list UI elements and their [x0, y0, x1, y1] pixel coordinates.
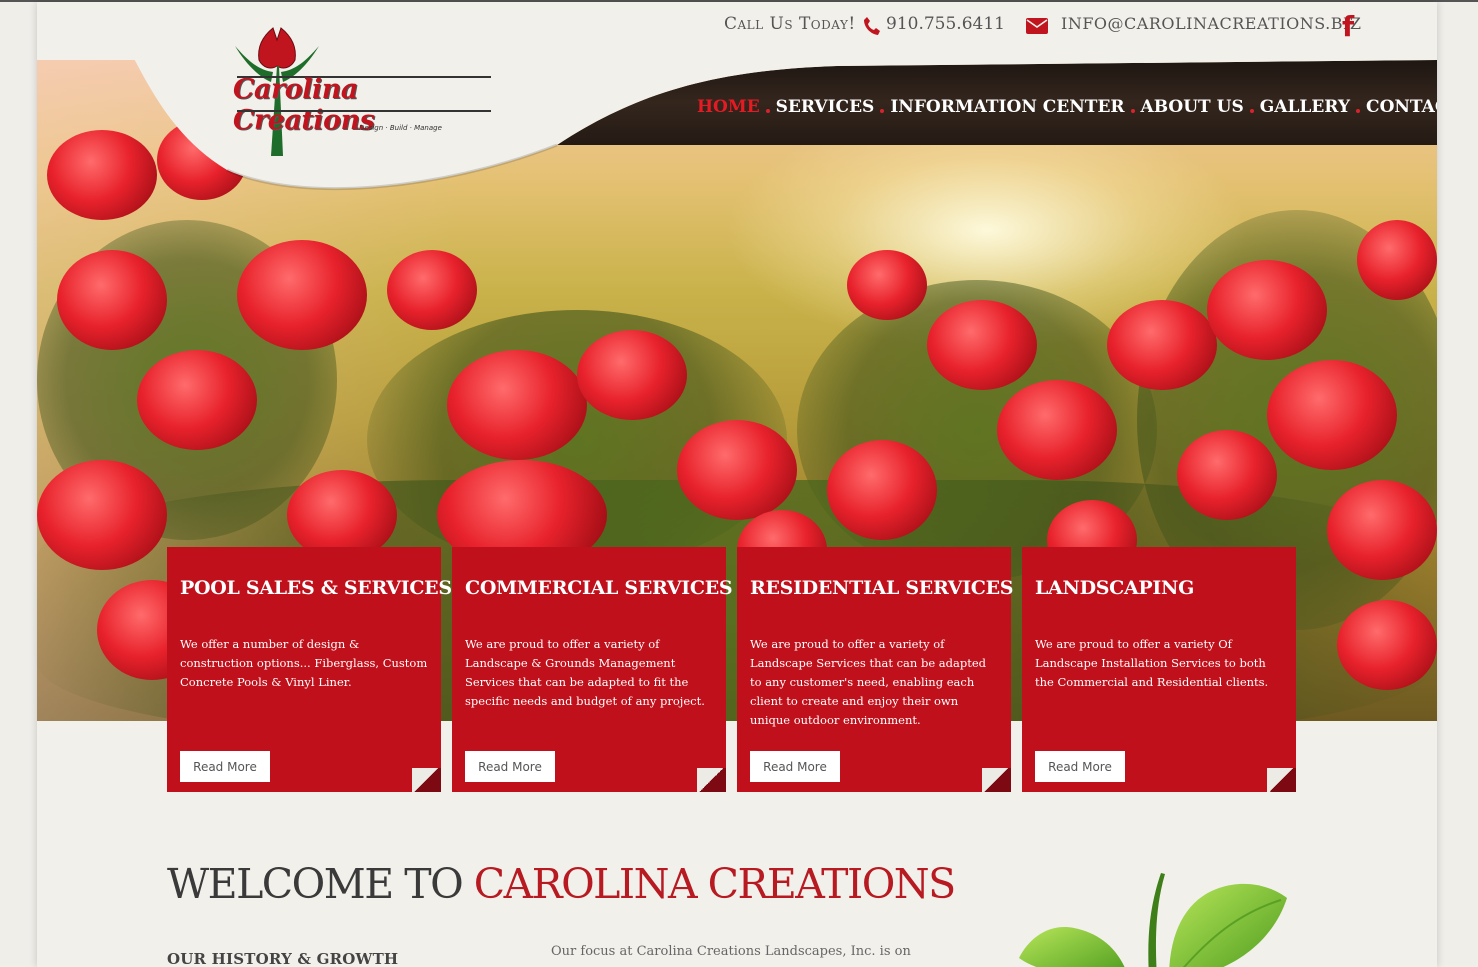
- nav-home[interactable]: HOME: [697, 97, 760, 117]
- logo-tagline: Design · Build · Manage: [359, 124, 442, 132]
- service-card-landscaping: LANDSCAPING We are proud to offer a vari…: [1022, 547, 1296, 792]
- page-fold: [412, 768, 441, 792]
- nav-gallery[interactable]: GALLERY: [1260, 97, 1350, 117]
- leaf-decoration-icon: [1019, 873, 1287, 967]
- card-title: POOL SALES & SERVICES: [180, 577, 452, 599]
- call-label: Call Us Today!: [724, 14, 856, 34]
- mail-icon: [1026, 18, 1048, 34]
- welcome-heading-part1: WELCOME TO: [167, 860, 474, 908]
- phone-icon: [864, 17, 880, 35]
- site-logo[interactable]: Carolina Creations Design · Build · Mana…: [233, 26, 495, 162]
- page-fold: [982, 768, 1011, 792]
- page-fold: [697, 768, 726, 792]
- card-text: We offer a number of design & constructi…: [180, 637, 428, 689]
- nav-information-center[interactable]: INFORMATION CENTER: [890, 97, 1124, 117]
- nav-about-us[interactable]: ABOUT US: [1141, 97, 1244, 117]
- read-more-button[interactable]: Read More: [1035, 751, 1125, 782]
- read-more-button[interactable]: Read More: [750, 751, 840, 782]
- page: Carolina Creations Design · Build · Mana…: [37, 2, 1437, 967]
- history-heading: OUR HISTORY & GROWTH: [167, 950, 399, 967]
- focus-text: Our focus at Carolina Creations Landscap…: [551, 944, 911, 959]
- card-text: We are proud to offer a variety of Lands…: [465, 637, 705, 708]
- welcome-heading: WELCOME TO CAROLINA CREATIONS: [167, 860, 957, 908]
- service-card-residential: RESIDENTIAL SERVICES We are proud to off…: [737, 547, 1014, 792]
- card-title: RESIDENTIAL SERVICES: [750, 577, 1014, 599]
- card-text: We are proud to offer a variety Of Lands…: [1035, 637, 1269, 689]
- facebook-icon[interactable]: f: [1342, 10, 1354, 43]
- read-more-button[interactable]: Read More: [465, 751, 555, 782]
- card-title: LANDSCAPING: [1035, 577, 1194, 599]
- nav-contact[interactable]: CONTACT: [1366, 97, 1437, 117]
- service-card-commercial: COMMERCIAL SERVICES We are proud to offe…: [452, 547, 733, 792]
- email-link[interactable]: INFO@CAROLINACREATIONS.BIZ: [1061, 14, 1361, 40]
- page-fold: [1267, 768, 1296, 792]
- welcome-heading-part2: CAROLINA CREATIONS: [473, 860, 957, 908]
- card-text: We are proud to offer a variety of Lands…: [750, 637, 987, 727]
- main-nav: HOME SERVICES INFORMATION CENTER ABOUT U…: [697, 94, 1437, 120]
- nav-services[interactable]: SERVICES: [776, 97, 875, 117]
- service-card-pool: POOL SALES & SERVICES We offer a number …: [167, 547, 452, 792]
- card-title: COMMERCIAL SERVICES: [465, 577, 733, 599]
- read-more-button[interactable]: Read More: [180, 751, 270, 782]
- phone-number[interactable]: 910.755.6411: [886, 14, 1005, 40]
